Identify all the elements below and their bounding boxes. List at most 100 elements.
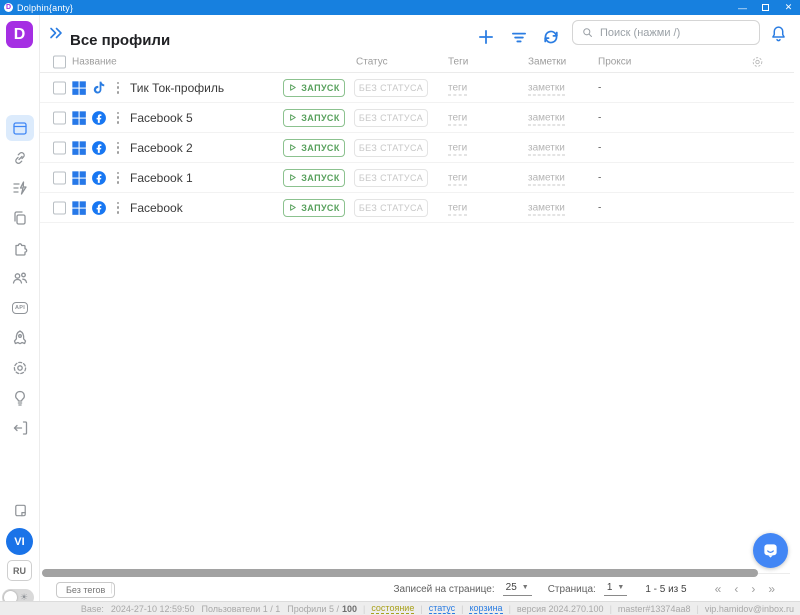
notes-link[interactable]: заметки <box>528 172 565 183</box>
sidebar-item-pages[interactable] <box>0 203 40 233</box>
minimize-icon[interactable]: — <box>731 0 754 15</box>
column-notes[interactable]: Заметки <box>528 57 566 68</box>
status-badge[interactable]: БЕЗ СТАТУСА <box>354 199 428 217</box>
launch-button[interactable]: ЗАПУСК <box>283 169 345 187</box>
no-tags-filter-button[interactable]: Без тегов <box>56 582 115 598</box>
launch-button[interactable]: ЗАПУСК <box>283 79 345 97</box>
column-name[interactable]: Название <box>72 57 117 68</box>
tiktok-icon <box>91 80 107 96</box>
row-checkbox[interactable] <box>53 201 66 214</box>
row-menu-button[interactable] <box>113 81 123 95</box>
select-all-checkbox[interactable] <box>53 56 66 69</box>
windows-icon <box>71 80 87 96</box>
language-button[interactable]: RU <box>7 560 32 581</box>
app-logo-icon: D <box>4 3 13 12</box>
proxy-value: - <box>598 202 601 213</box>
sidebar-item-extensions[interactable] <box>0 233 40 263</box>
horizontal-scrollbar[interactable] <box>42 569 758 577</box>
main-content: Все профили Название Статус Теги Заметки… <box>40 15 800 601</box>
table-row[interactable]: Facebook 5 ЗАПУСК БЕЗ СТАТУСА теги замет… <box>40 103 794 133</box>
table-settings-button[interactable] <box>751 56 764 69</box>
sidebar-item-tips[interactable] <box>0 383 40 413</box>
sidebar-item-billing[interactable] <box>0 497 40 523</box>
page-select[interactable]: 1 ▼ <box>604 582 628 596</box>
sidebar-item-proxy[interactable] <box>0 143 40 173</box>
profile-name[interactable]: Тик Ток-профиль <box>130 81 224 95</box>
tags-link[interactable]: теги <box>448 202 467 213</box>
version-text: версия 2024.270.100 <box>517 604 604 614</box>
table-row[interactable]: Facebook 1 ЗАПУСК БЕЗ СТАТУСА теги замет… <box>40 163 794 193</box>
dolphin-logo[interactable]: D <box>6 21 33 48</box>
sidebar-item-profiles[interactable] <box>0 113 40 143</box>
collapse-sidebar-button[interactable] <box>47 24 65 42</box>
row-checkbox[interactable] <box>53 141 66 154</box>
notes-link[interactable]: заметки <box>528 112 565 123</box>
status-badge[interactable]: БЕЗ СТАТУСА <box>354 169 428 187</box>
row-checkbox[interactable] <box>53 111 66 124</box>
plus-icon <box>476 27 496 47</box>
status-badge[interactable]: БЕЗ СТАТУСА <box>354 109 428 127</box>
per-page-select[interactable]: 25 ▼ <box>503 582 532 596</box>
row-checkbox[interactable] <box>53 171 66 184</box>
notes-link[interactable]: заметки <box>528 82 565 93</box>
table-row[interactable]: Facebook 2 ЗАПУСК БЕЗ СТАТУСА теги замет… <box>40 133 794 163</box>
double-chevron-right-icon <box>47 24 65 42</box>
column-proxy[interactable]: Прокси <box>598 57 631 68</box>
search-icon <box>581 26 594 39</box>
trash-link[interactable]: корзина <box>469 603 502 614</box>
support-chat-button[interactable] <box>753 533 788 568</box>
status-badge[interactable]: БЕЗ СТАТУСА <box>354 139 428 157</box>
profile-name[interactable]: Facebook 1 <box>130 171 193 185</box>
launch-button[interactable]: ЗАПУСК <box>283 139 345 157</box>
status-badge[interactable]: БЕЗ СТАТУСА <box>354 79 428 97</box>
row-menu-button[interactable] <box>113 201 123 215</box>
proxy-value: - <box>598 172 601 183</box>
maximize-icon[interactable] <box>754 0 777 15</box>
table-row[interactable]: Тик Ток-профиль ЗАПУСК БЕЗ СТАТУСА теги … <box>40 73 794 103</box>
sidebar-item-logout[interactable] <box>0 413 40 443</box>
avatar[interactable]: VI <box>6 528 33 555</box>
profile-name[interactable]: Facebook <box>130 201 183 215</box>
first-page-button[interactable]: « <box>715 582 722 596</box>
state-link[interactable]: состояние <box>371 603 414 614</box>
row-menu-button[interactable] <box>113 171 123 185</box>
row-menu-button[interactable] <box>113 111 123 125</box>
search-input[interactable] <box>600 27 751 39</box>
tags-link[interactable]: теги <box>448 82 467 93</box>
windows-icon <box>71 110 87 126</box>
sidebar-nav: API <box>0 113 40 443</box>
refresh-icon <box>541 27 561 47</box>
sidebar-item-api[interactable]: API <box>0 293 40 323</box>
app-window: D Dolphin{anty} — ✕ D <box>0 0 800 615</box>
close-icon[interactable]: ✕ <box>777 0 800 15</box>
prev-page-button[interactable]: ‹ <box>734 582 738 596</box>
notifications-button[interactable] <box>769 24 788 43</box>
launch-button[interactable]: ЗАПУСК <box>283 109 345 127</box>
sidebar-item-team[interactable] <box>0 263 40 293</box>
profile-name[interactable]: Facebook 2 <box>130 141 193 155</box>
profile-name[interactable]: Facebook 5 <box>130 111 193 125</box>
column-status[interactable]: Статус <box>356 57 388 68</box>
table-row[interactable]: Facebook ЗАПУСК БЕЗ СТАТУСА теги заметки… <box>40 193 794 223</box>
refresh-button[interactable] <box>541 27 561 47</box>
column-tags[interactable]: Теги <box>448 57 468 68</box>
next-page-button[interactable]: › <box>751 582 755 596</box>
status-link[interactable]: статус <box>429 603 455 614</box>
sidebar-item-automation[interactable] <box>0 173 40 203</box>
notes-link[interactable]: заметки <box>528 142 565 153</box>
tags-link[interactable]: теги <box>448 112 467 123</box>
last-page-button[interactable]: » <box>768 582 775 596</box>
row-checkbox[interactable] <box>53 81 66 94</box>
sidebar-item-settings[interactable] <box>0 353 40 383</box>
per-page-label: Записей на странице: <box>393 584 494 595</box>
filter-button[interactable] <box>509 27 529 47</box>
tags-link[interactable]: теги <box>448 142 467 153</box>
titlebar: D Dolphin{anty} — ✕ <box>0 0 800 15</box>
search-box[interactable] <box>572 20 760 45</box>
launch-button[interactable]: ЗАПУСК <box>283 199 345 217</box>
row-menu-button[interactable] <box>113 141 123 155</box>
notes-link[interactable]: заметки <box>528 202 565 213</box>
add-profile-button[interactable] <box>476 27 496 47</box>
sidebar-item-rocket[interactable] <box>0 323 40 353</box>
tags-link[interactable]: теги <box>448 172 467 183</box>
